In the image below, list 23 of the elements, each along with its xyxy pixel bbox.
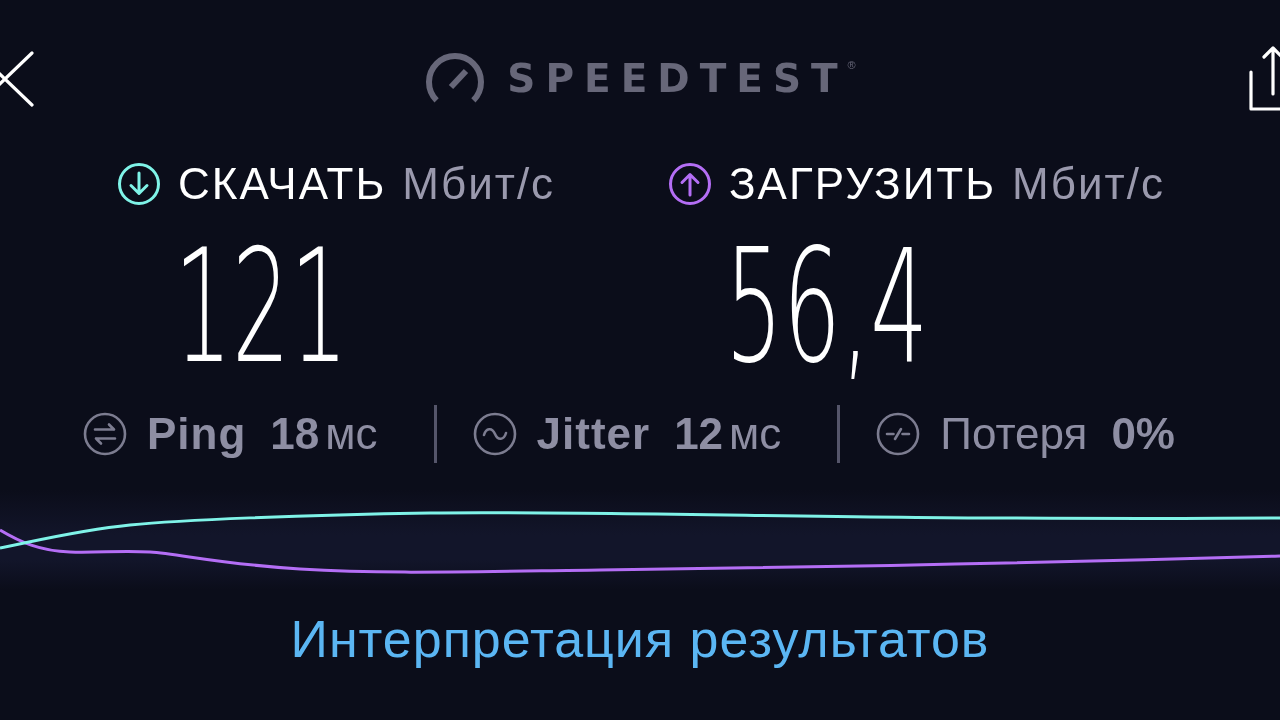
metric-unit: Мбит/с [402, 162, 556, 206]
gauge-icon [424, 53, 487, 105]
exchange-arrows-icon [83, 412, 127, 456]
metric-label: ЗАГРУЗИТЬ [729, 162, 997, 206]
stat-value: 18 [270, 409, 320, 459]
registered-mark: ® [847, 59, 856, 71]
share-icon[interactable] [1246, 45, 1280, 113]
metric-label: СКАЧАТЬ [178, 162, 387, 206]
stat-label: Потеря [940, 409, 1088, 459]
stat-value: 12 [674, 409, 724, 459]
metric-unit: Мбит/с [1012, 162, 1165, 206]
stat-unit: мс [729, 409, 782, 459]
stat-unit: мс [325, 409, 378, 459]
stat-value: 0% [1111, 409, 1175, 459]
metric-value: 121 [174, 229, 349, 385]
pulse-icon [876, 412, 921, 456]
close-icon[interactable] [0, 51, 34, 107]
wave-icon [472, 412, 517, 456]
results-link[interactable]: Интерпретация результатов [290, 610, 990, 668]
metric-value: 56,4 [725, 229, 929, 385]
stat-label: Jitter [536, 409, 651, 459]
logo-text: SPEEDTEST [507, 57, 848, 101]
stat-label: Ping [147, 409, 247, 459]
